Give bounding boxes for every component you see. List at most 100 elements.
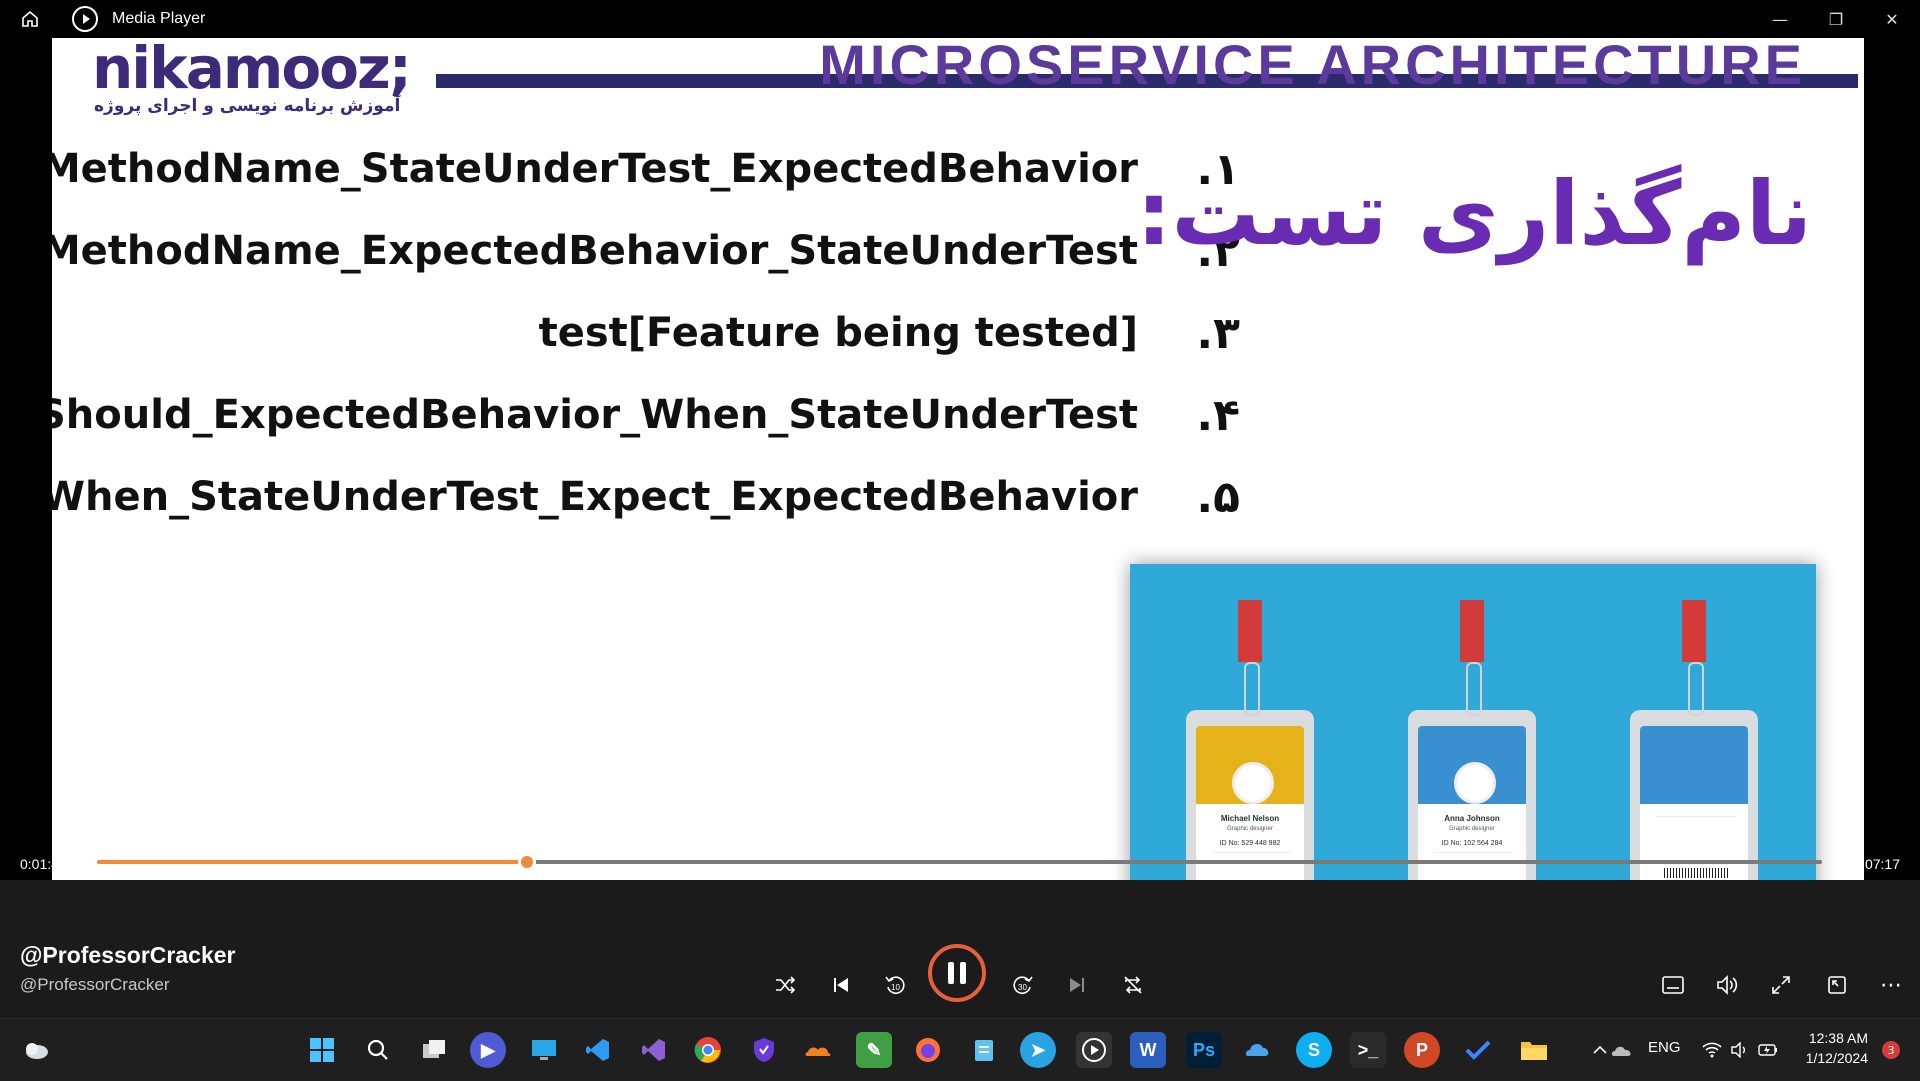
restore-button[interactable]: ❐ xyxy=(1808,0,1864,38)
badge-name: Michael Nelson xyxy=(1220,814,1280,823)
title-bar: Media Player — ❐ ✕ xyxy=(0,0,1920,38)
greenshot-icon[interactable]: ✎ xyxy=(856,1032,892,1068)
meet-icon[interactable]: ▶ xyxy=(470,1032,506,1068)
list-item-text: test[Feature being tested] xyxy=(538,310,1138,356)
elapsed-time: 0:01:49 xyxy=(20,856,67,872)
telegram-icon[interactable]: ➤ xyxy=(1020,1032,1056,1068)
fullscreen-icon[interactable] xyxy=(1758,962,1804,1008)
subtitles-icon[interactable] xyxy=(1650,962,1696,1008)
file-explorer-icon[interactable] xyxy=(1516,1032,1552,1068)
language-indicator[interactable]: ENG xyxy=(1648,1039,1681,1056)
list-item-number: .۳ xyxy=(1196,308,1240,359)
logo-tagline: آموزش برنامه نویسی و اجرای پروژه xyxy=(94,96,401,116)
logo-wordmark: nikamooz; xyxy=(92,38,412,102)
onedrive-icon[interactable] xyxy=(1604,1032,1640,1068)
svg-text:30: 30 xyxy=(1018,983,1027,992)
skype-icon[interactable]: S xyxy=(1296,1032,1332,1068)
volume-icon[interactable] xyxy=(1704,962,1750,1008)
avatar xyxy=(1232,762,1274,804)
visual-studio-icon[interactable] xyxy=(636,1032,672,1068)
vpn-icon[interactable] xyxy=(746,1032,782,1068)
list-item: When_StateUnderTest_Expect_ExpectedBehav… xyxy=(52,472,1310,556)
window-controls: — ❐ ✕ xyxy=(1752,0,1920,38)
badge-role: Graphic designer xyxy=(1449,826,1495,832)
minimize-button[interactable]: — xyxy=(1752,0,1808,38)
taskbar: ▶ ✎ ➤ W Ps S >_ P ENG 12:38 AM 1/12/2024… xyxy=(0,1018,1920,1081)
seek-bar[interactable] xyxy=(97,853,1822,871)
seek-bar-progress xyxy=(97,860,528,864)
list-item: test[Feature being tested] .۳ xyxy=(130,308,1310,392)
badge-id: ID No: 102 564 284 xyxy=(1441,840,1503,847)
total-duration: 0:07:17 xyxy=(1853,856,1900,872)
pause-button[interactable] xyxy=(928,944,986,1002)
todo-icon[interactable] xyxy=(1460,1032,1496,1068)
avatar xyxy=(1454,762,1496,804)
media-title: @ProfessorCracker xyxy=(20,942,236,968)
badge-clip xyxy=(1688,662,1704,716)
badge-role: Graphic designer xyxy=(1227,826,1273,832)
video-area[interactable]: nikamooz; آموزش برنامه نویسی و اجرای پرو… xyxy=(0,38,1920,980)
pause-icon xyxy=(948,962,966,984)
list-item: MethodName_ExpectedBehavior_StateUnderTe… xyxy=(52,226,1310,310)
more-icon[interactable]: ⋯ xyxy=(1868,962,1914,1008)
list-item: MethodName_StateUnderTest_ExpectedBehavi… xyxy=(52,144,1310,228)
weather-icon[interactable] xyxy=(18,1032,54,1068)
battery-icon[interactable] xyxy=(1750,1032,1786,1068)
shuffle-icon[interactable] xyxy=(762,962,808,1008)
forward-30-icon[interactable]: 30 xyxy=(1000,962,1046,1008)
notepad-icon[interactable] xyxy=(966,1032,1002,1068)
slide-heading: نام‌گذاری تست: xyxy=(1136,162,1812,265)
badge-clip xyxy=(1244,662,1260,716)
list-item-text: MethodName_ExpectedBehavior_StateUnderTe… xyxy=(52,228,1138,274)
powerpoint-icon[interactable]: P xyxy=(1404,1032,1440,1068)
cloudflare-icon[interactable] xyxy=(800,1032,836,1068)
media-info: @ProfessorCracker @ProfessorCracker xyxy=(20,942,235,995)
vscode-icon[interactable] xyxy=(580,1032,616,1068)
word-icon[interactable]: W xyxy=(1130,1032,1166,1068)
list-item-text: MethodName_StateUnderTest_ExpectedBehavi… xyxy=(52,146,1138,192)
clock-date: 1/12/2024 xyxy=(1805,1050,1868,1066)
logo: nikamooz; آموزش برنامه نویسی و اجرای پرو… xyxy=(92,38,412,116)
rewind-10-icon[interactable]: 10 xyxy=(872,962,918,1008)
badge-name: Anna Johnson xyxy=(1444,814,1500,823)
barcode xyxy=(1664,868,1728,878)
window-title: Media Player xyxy=(112,10,206,27)
start-icon[interactable] xyxy=(304,1032,340,1068)
list-item-text: Should_ExpectedBehavior_When_StateUnderT… xyxy=(52,392,1138,438)
badge-id: ID No: 529 448 982 xyxy=(1219,840,1281,847)
repeat-off-icon[interactable] xyxy=(1110,962,1156,1008)
azure-data-studio-icon[interactable] xyxy=(1240,1032,1276,1068)
home-icon[interactable] xyxy=(0,0,60,38)
clock[interactable]: 12:38 AM 1/12/2024 xyxy=(1806,1028,1868,1068)
photoshop-icon[interactable]: Ps xyxy=(1186,1032,1222,1068)
search-icon[interactable] xyxy=(360,1032,396,1068)
media-player-taskbar-icon[interactable] xyxy=(1076,1032,1112,1068)
list-item-number: .۵ xyxy=(1196,472,1240,523)
firefox-icon[interactable] xyxy=(910,1032,946,1068)
list-item-text: When_StateUnderTest_Expect_ExpectedBehav… xyxy=(52,474,1138,520)
close-button[interactable]: ✕ xyxy=(1864,0,1920,38)
lanyard-strap xyxy=(1682,600,1706,662)
header-title: MICROSERVICE ARCHITECTURE xyxy=(819,38,1806,96)
media-player-app-icon xyxy=(72,6,98,32)
remote-desktop-icon[interactable] xyxy=(526,1032,562,1068)
list-item: Should_ExpectedBehavior_When_StateUnderT… xyxy=(52,390,1310,474)
badge-header xyxy=(1640,726,1748,804)
previous-icon[interactable] xyxy=(818,962,864,1008)
media-subtitle: @ProfessorCracker xyxy=(20,975,170,994)
badge-details xyxy=(1656,816,1736,857)
naming-list: MethodName_StateUnderTest_ExpectedBehavi… xyxy=(52,144,1310,556)
clock-time: 12:38 AM xyxy=(1808,1030,1868,1046)
chrome-icon[interactable] xyxy=(690,1032,726,1068)
lanyard-strap xyxy=(1238,600,1262,662)
player-controls: 0:01:49 0:07:17 @ProfessorCracker @Profe… xyxy=(0,853,1920,1018)
list-item-number: .۴ xyxy=(1196,390,1240,441)
lanyard-strap xyxy=(1460,600,1484,662)
mini-player-icon[interactable] xyxy=(1814,962,1860,1008)
next-icon[interactable] xyxy=(1054,962,1100,1008)
task-view-icon[interactable] xyxy=(416,1032,452,1068)
svg-text:10: 10 xyxy=(891,983,900,992)
notification-badge[interactable]: 3 xyxy=(1882,1041,1900,1059)
badge-clip xyxy=(1466,662,1482,716)
terminal-icon[interactable]: >_ xyxy=(1350,1032,1386,1068)
